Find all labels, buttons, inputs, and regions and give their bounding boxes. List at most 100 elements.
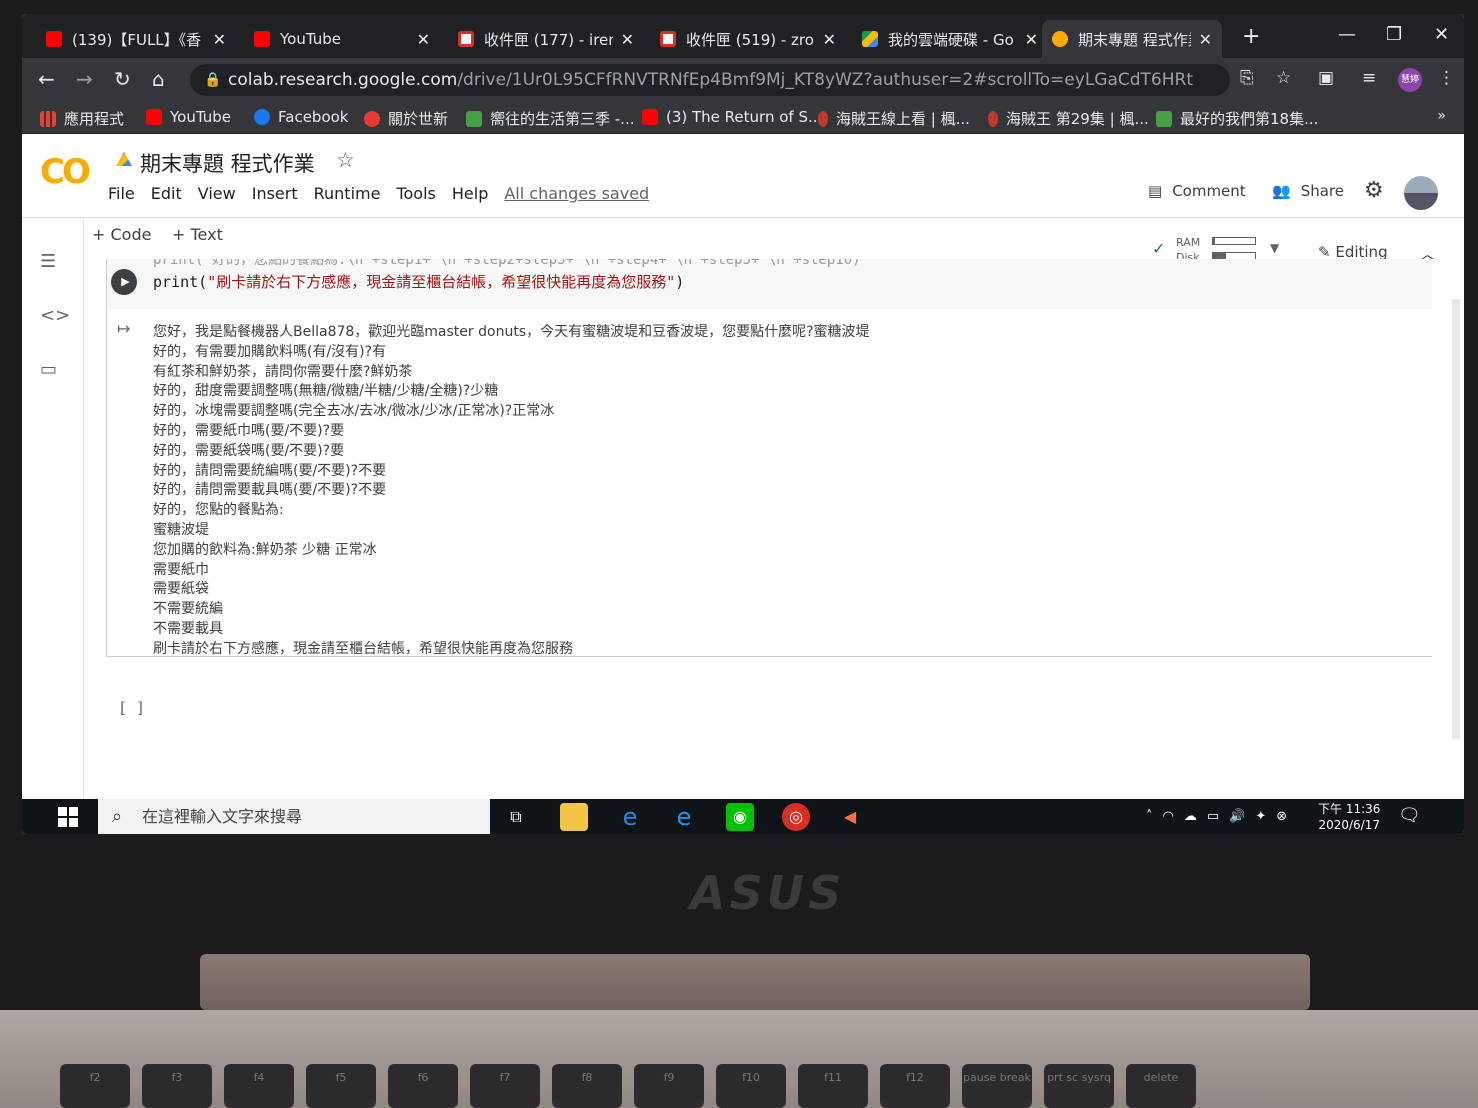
facebook-icon: [254, 109, 270, 125]
code-cell[interactable]: print("好的，您點的餐點為:\n"+step1+"\n"+step2+st…: [106, 259, 1432, 309]
translate-icon[interactable]: ⎘: [1240, 68, 1254, 88]
file-explorer-icon[interactable]: [560, 803, 588, 831]
more-bookmarks-icon[interactable]: »: [1437, 108, 1446, 124]
star-icon[interactable]: ☆: [336, 148, 355, 172]
close-icon[interactable]: ✕: [823, 30, 836, 49]
code-line-partial: print("好的，您點的餐點為:\n"+step1+"\n"+step2+st…: [153, 259, 861, 268]
notebook-title[interactable]: 期末專題 程式作業: [140, 148, 315, 178]
bookmark-facebook[interactable]: Facebook: [254, 108, 348, 126]
user-avatar[interactable]: [1404, 176, 1438, 210]
output-line: 不需要統編: [153, 601, 223, 618]
empty-code-cell[interactable]: [ ]: [118, 699, 145, 717]
bookmark-onepiece-ep[interactable]: 海賊王 第29集 | 楓...: [988, 108, 1149, 129]
browser-tab[interactable]: 收件匣 (177) - irene ✕: [448, 20, 644, 58]
table-of-contents-icon[interactable]: ☰: [40, 251, 56, 272]
extension-icon[interactable]: ▣: [1318, 68, 1334, 88]
add-text-button[interactable]: + Text: [172, 225, 223, 244]
task-view-icon[interactable]: ⧉: [502, 803, 530, 831]
media-control-icon[interactable]: ≡: [1362, 68, 1376, 88]
output-line: 需要紙巾: [153, 561, 209, 578]
drive-icon[interactable]: [116, 152, 132, 166]
output-line: 刷卡請於右下方感應，現金請至櫃台結帳，希望很快能再度為您服務: [153, 640, 573, 657]
onepiece-icon: [988, 110, 998, 127]
reload-icon[interactable]: ↻: [114, 67, 131, 91]
close-icon[interactable]: ✕: [1199, 30, 1212, 49]
bookmark-apps[interactable]: 應用程式: [40, 108, 124, 129]
cloud-icon[interactable]: ☁: [1184, 809, 1197, 824]
code-snippets-icon[interactable]: <>: [40, 305, 70, 326]
bookmark-drama[interactable]: 最好的我們第18集...: [1156, 108, 1318, 129]
apps-icon: [40, 110, 56, 127]
bookmark-news[interactable]: 關於世新: [364, 108, 448, 129]
windows-start-icon[interactable]: [58, 807, 78, 827]
output-line: 好的，有需要加購飲料嗎(有/沒有)?有: [153, 343, 387, 360]
search-icon: ⌕: [112, 806, 123, 827]
media-player-icon[interactable]: ◀: [836, 803, 864, 831]
menu-insert[interactable]: Insert: [252, 184, 298, 203]
dropbox-icon[interactable]: ✦: [1255, 809, 1266, 824]
asus-logo: ASUS: [690, 866, 846, 920]
battery-icon[interactable]: ▭: [1207, 809, 1219, 824]
browser-tab[interactable]: 收件匣 (519) - zrou ✕: [650, 20, 846, 58]
edge-icon[interactable]: e: [616, 803, 644, 831]
bookmark-onepiece[interactable]: 海賊王線上看 | 楓...: [818, 108, 970, 129]
bookmark-label: 海賊王 第29集 | 楓...: [1006, 110, 1149, 128]
close-icon[interactable]: ✕: [417, 30, 430, 49]
menu-runtime[interactable]: Runtime: [314, 184, 381, 203]
close-icon[interactable]: ✕: [1025, 30, 1038, 49]
bookmark-show[interactable]: 嚮往的生活第三季 -...: [466, 108, 635, 129]
search-placeholder: 在這裡輸入文字來搜尋: [142, 807, 303, 826]
browser-tab-active[interactable]: 期末專題 程式作業 ✕: [1042, 20, 1222, 58]
code-line[interactable]: print("刷卡請於右下方感應，現金請至櫃台結帳，希望很快能再度為您服務"): [153, 271, 684, 292]
menu-help[interactable]: Help: [452, 184, 488, 203]
menu-edit[interactable]: Edit: [151, 184, 182, 203]
gear-icon[interactable]: ⚙: [1364, 178, 1384, 203]
close-icon[interactable]: ✕: [621, 30, 634, 49]
output-line: 有紅茶和鮮奶茶，請問你需要什麼?鮮奶茶: [153, 363, 413, 380]
add-code-button[interactable]: + Code: [92, 225, 151, 244]
home-icon[interactable]: ⌂: [152, 67, 165, 91]
line-icon[interactable]: ◉: [726, 803, 754, 831]
share-button[interactable]: 👥 Share: [1272, 182, 1344, 200]
new-tab-icon[interactable]: +: [1242, 24, 1260, 49]
browser-tab[interactable]: 我的雲端硬碟 - Go ✕: [852, 20, 1048, 58]
close-window-icon[interactable]: ✕: [1434, 24, 1449, 45]
bookmark-youtube-video[interactable]: (3) The Return of S...: [642, 108, 822, 126]
output-clear-icon[interactable]: ↦: [117, 319, 130, 338]
chrome-icon[interactable]: ◎: [782, 803, 810, 831]
keyboard-key: f6: [388, 1064, 458, 1108]
minimize-icon[interactable]: —: [1338, 24, 1356, 45]
scrollbar[interactable]: [1452, 299, 1460, 739]
forward-icon[interactable]: →: [76, 67, 93, 91]
close-icon[interactable]: ✕: [213, 30, 226, 49]
antivirus-icon[interactable]: ⊗: [1276, 809, 1287, 824]
folder-icon[interactable]: ▭: [40, 359, 57, 380]
volume-icon[interactable]: 🔊: [1229, 809, 1245, 824]
bookmark-star-icon[interactable]: ☆: [1276, 68, 1291, 88]
notification-icon[interactable]: 🗨: [1398, 805, 1421, 826]
clock-time: 下午 11:36: [1318, 802, 1381, 816]
menu-tools[interactable]: Tools: [396, 184, 435, 203]
clock[interactable]: 下午 11:36 2020/6/17: [1318, 801, 1380, 833]
run-cell-button[interactable]: ▶: [111, 269, 137, 295]
people-icon: 👥: [1272, 182, 1291, 200]
chevron-down-icon[interactable]: ▼: [1270, 241, 1279, 255]
back-icon[interactable]: ←: [38, 67, 55, 91]
internet-explorer-icon[interactable]: e: [670, 803, 698, 831]
taskbar-search-box[interactable]: ⌕ 在這裡輸入文字來搜尋: [98, 799, 490, 834]
chevron-up-icon[interactable]: ˄: [1146, 809, 1153, 824]
comment-button[interactable]: ▤ Comment: [1148, 182, 1246, 200]
browser-tab[interactable]: (139)【FULL】《香 ✕: [36, 20, 236, 58]
address-bar[interactable]: 🔒 colab.research.google.com/drive/1Ur0L9…: [190, 64, 1230, 96]
menu-view[interactable]: View: [198, 184, 236, 203]
menu-file[interactable]: File: [108, 184, 135, 203]
menu-icon[interactable]: ⋮: [1438, 68, 1455, 88]
colab-icon: [1052, 31, 1068, 47]
restore-icon[interactable]: ❐: [1386, 24, 1402, 45]
wifi-icon[interactable]: ◠: [1163, 809, 1174, 824]
profile-avatar[interactable]: 慧婷: [1398, 68, 1422, 92]
colab-logo[interactable]: CO: [40, 152, 91, 192]
save-status[interactable]: All changes saved: [504, 184, 649, 203]
bookmark-youtube[interactable]: YouTube: [146, 108, 231, 126]
browser-tab[interactable]: YouTube ✕: [244, 20, 440, 58]
